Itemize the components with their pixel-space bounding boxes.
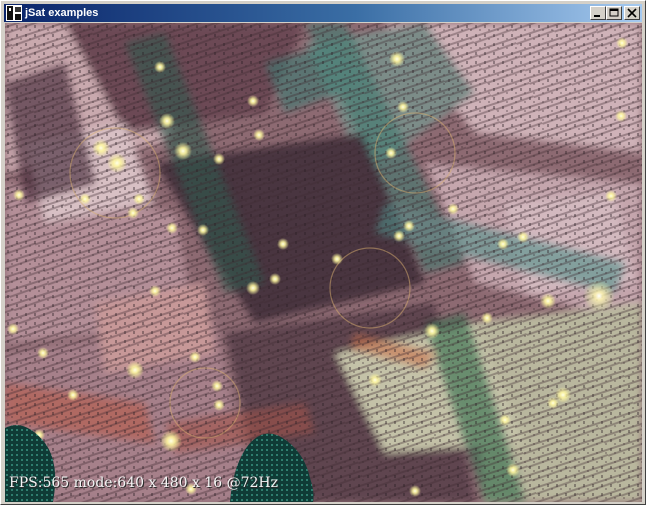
close-button[interactable] bbox=[624, 6, 640, 20]
window-title: jSat examples bbox=[25, 7, 99, 19]
rendered-scene bbox=[5, 23, 642, 502]
minimize-button[interactable] bbox=[590, 6, 606, 20]
fps-readout: FPS:565 mode:640 x 480 x 16 @72Hz bbox=[9, 475, 278, 491]
application-window: jSat examples FPS:565 mode:640 x 480 x 1… bbox=[0, 0, 646, 505]
maximize-icon bbox=[609, 8, 619, 17]
minimize-icon bbox=[594, 15, 600, 17]
maximize-button[interactable] bbox=[606, 6, 622, 20]
title-bar[interactable]: jSat examples bbox=[4, 4, 642, 22]
demo-viewport[interactable]: FPS:565 mode:640 x 480 x 16 @72Hz bbox=[5, 23, 642, 502]
close-icon bbox=[627, 8, 637, 18]
app-icon[interactable] bbox=[6, 5, 22, 21]
